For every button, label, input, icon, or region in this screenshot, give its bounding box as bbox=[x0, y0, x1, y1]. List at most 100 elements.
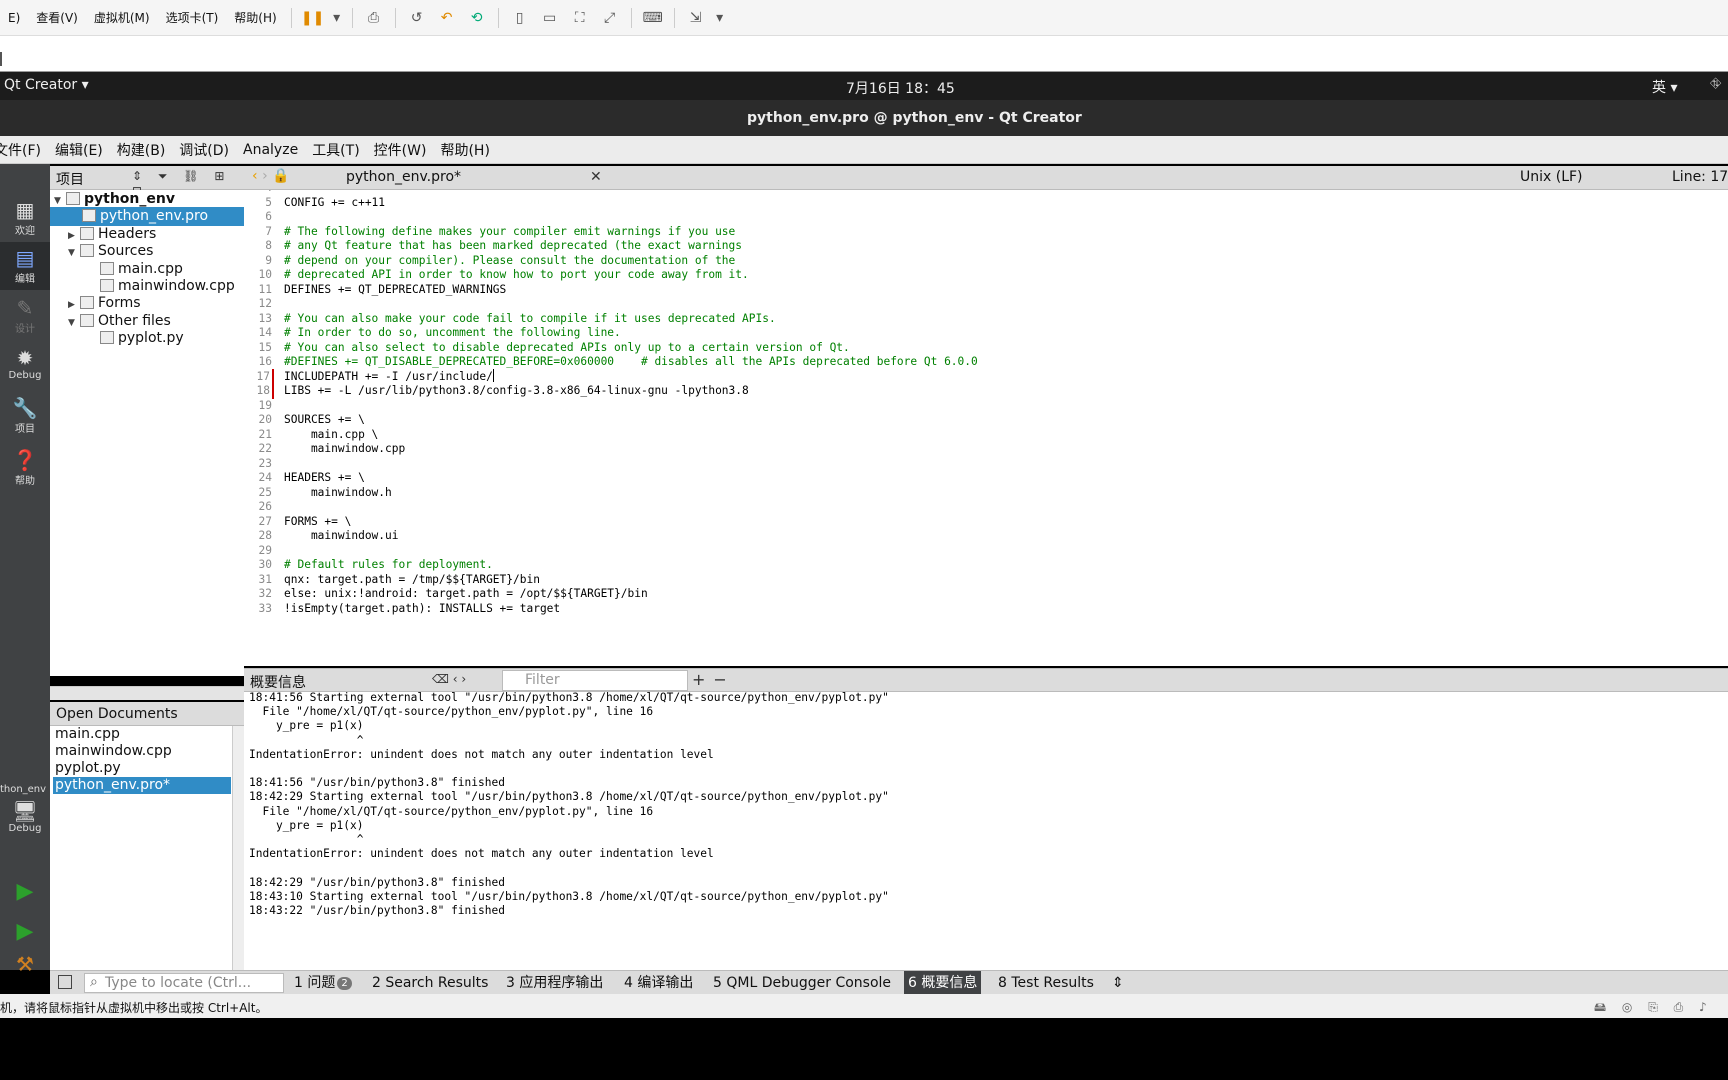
wrench-icon: 🔧 bbox=[12, 396, 38, 420]
console-view-icon[interactable]: ▭ bbox=[540, 9, 560, 27]
unity-icon[interactable]: ⤢ bbox=[600, 9, 620, 27]
project-view-selector[interactable]: 项目 bbox=[56, 169, 84, 189]
code-line[interactable]: mainwindow.h bbox=[284, 485, 392, 501]
snapshot-icon[interactable]: ↺ bbox=[407, 9, 427, 27]
code-line[interactable]: LIBS += -L /usr/lib/python3.8/config-3.8… bbox=[284, 383, 749, 399]
output-pane-header: 概要信息 ⌫ ‹ › ⌕ Filter +− bbox=[244, 668, 1728, 692]
mode-design[interactable]: ✎ 设计 bbox=[0, 292, 50, 340]
menu-debug[interactable]: 调试(D) bbox=[179, 140, 229, 160]
tree-label: python_env.pro bbox=[100, 208, 209, 224]
back-forward-icon[interactable]: ‹ › 🔒 bbox=[252, 168, 290, 184]
menu-tools[interactable]: 工具(T) bbox=[312, 140, 359, 160]
vm-menu-help[interactable]: 帮助(H) bbox=[226, 9, 284, 26]
open-document-item[interactable]: mainwindow.cpp bbox=[53, 743, 231, 760]
menu-edit[interactable]: 编辑(E) bbox=[55, 140, 103, 160]
code-line[interactable]: !isEmpty(target.path): INSTALLS += targe… bbox=[284, 601, 560, 617]
autofit-icon[interactable]: ⇲ bbox=[686, 9, 706, 27]
menu-help[interactable]: 帮助(H) bbox=[440, 140, 489, 160]
clear-icon[interactable]: ⌫ ‹ › bbox=[432, 672, 466, 686]
vm-menu-vm[interactable]: 虚拟机(M) bbox=[86, 9, 158, 26]
menu-build[interactable]: 构建(B) bbox=[117, 140, 166, 160]
menu-analyze[interactable]: Analyze bbox=[243, 142, 298, 158]
code-line[interactable]: mainwindow.cpp bbox=[284, 441, 405, 457]
open-document-item[interactable]: main.cpp bbox=[53, 726, 231, 743]
input-method-menu[interactable]: 英 ▾ bbox=[1652, 77, 1677, 97]
editor-toolbar: ‹ › 🔒 python_env.pro* ✕ Unix (LF) Line: … bbox=[244, 166, 1728, 190]
send-keys-icon[interactable]: ⎙ bbox=[364, 9, 384, 27]
tab-general-messages[interactable]: 6 概要信息 bbox=[904, 971, 982, 995]
dropdown-arrow-icon[interactable]: ▾ bbox=[716, 9, 724, 27]
mode-projects[interactable]: 🔧 项目 bbox=[0, 392, 50, 440]
vm-menu-tabs[interactable]: 选项卡(T) bbox=[158, 9, 227, 26]
code-line[interactable]: mainwindow.ui bbox=[284, 528, 399, 544]
text-cursor bbox=[492, 368, 494, 382]
mode-edit[interactable]: ▤ 编辑 bbox=[0, 242, 50, 290]
folder-icon bbox=[80, 314, 94, 327]
code-line[interactable]: DEFINES += QT_DEPRECATED_WARNINGS bbox=[284, 282, 506, 298]
run-button[interactable]: ▶ bbox=[0, 876, 50, 916]
pause-icon[interactable]: ❚❚ bbox=[301, 9, 324, 27]
tree-node-sources[interactable]: ▼ Sources bbox=[68, 242, 153, 261]
menu-file[interactable]: 文件(F) bbox=[0, 140, 41, 160]
fullscreen-icon[interactable]: ⛶ bbox=[570, 9, 590, 27]
tab-test-results[interactable]: 8 Test Results bbox=[994, 971, 1098, 995]
menu-widgets[interactable]: 控件(W) bbox=[374, 140, 427, 160]
clock[interactable]: 7月16日 18：45 bbox=[846, 78, 955, 98]
mode-label: 项目 bbox=[15, 424, 35, 435]
project-tree-scrollbar[interactable] bbox=[50, 686, 244, 700]
tab-application-output[interactable]: 3 应用程序输出 bbox=[502, 971, 607, 995]
code-line[interactable]: CONFIG += c++11 bbox=[284, 195, 385, 211]
kit-project: thon_env bbox=[0, 784, 47, 795]
general-messages-output[interactable]: 18:41:56 Starting external tool "/usr/bi… bbox=[244, 691, 1728, 970]
open-document-item[interactable]: python_env.pro* bbox=[53, 777, 231, 794]
zoom-icon[interactable]: +− bbox=[692, 670, 735, 689]
terminal-icon[interactable]: ⌨ bbox=[643, 9, 663, 27]
tree-node-forms[interactable]: ▶ Forms bbox=[68, 294, 141, 313]
play-icon: ▶ bbox=[16, 879, 34, 904]
tab-qml-debugger-console[interactable]: 5 QML Debugger Console bbox=[709, 971, 895, 995]
build-button[interactable]: ⚒ bbox=[0, 952, 50, 976]
code-editor[interactable]: 4567891011121314151617181920212223242526… bbox=[244, 190, 1728, 666]
output-filter-input[interactable]: Filter bbox=[502, 670, 688, 691]
close-icon[interactable]: ✕ bbox=[590, 169, 602, 185]
folder-icon bbox=[80, 227, 94, 240]
more-tabs-icon[interactable]: ⇕ bbox=[1108, 971, 1128, 995]
network-icon[interactable]: ⛗ bbox=[1710, 76, 1721, 92]
help-icon: ❓ bbox=[12, 448, 38, 472]
status-message: 机，请将鼠标指针从虚拟机中移出或按 Ctrl+Alt。 bbox=[0, 1001, 268, 1015]
expand-arrow-icon[interactable]: ▼ bbox=[68, 244, 80, 263]
revert-snapshot-icon[interactable]: ↶ bbox=[437, 9, 457, 27]
play-bug-icon: ▶ bbox=[16, 919, 34, 944]
expand-arrow-icon[interactable]: ▼ bbox=[68, 314, 80, 333]
window-titlebar: python_env.pro @ python_env - Qt Creator bbox=[0, 100, 1728, 136]
toggle-sidebar-icon[interactable] bbox=[58, 975, 72, 989]
tab-issues[interactable]: 1 问题 2 bbox=[290, 971, 356, 995]
sidebar-view-icon[interactable]: ▯ bbox=[510, 9, 530, 27]
line-ending-selector[interactable]: Unix (LF) bbox=[1520, 169, 1583, 185]
mode-help[interactable]: ❓ 帮助 bbox=[0, 444, 50, 492]
tab-search-results[interactable]: 2 Search Results bbox=[368, 971, 492, 995]
locator-input[interactable]: Type to locate (Ctrl... bbox=[84, 973, 284, 993]
mode-label: 设计 bbox=[15, 324, 35, 335]
host-black-area bbox=[0, 1018, 1728, 1080]
vm-menu-view[interactable]: 查看(V) bbox=[28, 9, 86, 26]
open-document-item[interactable]: pyplot.py bbox=[53, 760, 231, 777]
tab-stub bbox=[0, 52, 2, 66]
dropdown-arrow-icon[interactable]: ▾ bbox=[333, 9, 341, 27]
document-selector[interactable]: python_env.pro* bbox=[346, 169, 461, 185]
snapshot-manager-icon[interactable]: ⟲ bbox=[467, 9, 487, 27]
tree-node-pro-file[interactable]: python_env.pro bbox=[50, 207, 244, 226]
mode-debug[interactable]: ✹ Debug bbox=[0, 342, 50, 390]
open-documents-selector[interactable]: Open Documents bbox=[56, 706, 178, 722]
vm-menu-edit[interactable]: E) bbox=[0, 11, 28, 25]
mode-welcome[interactable]: ▦ 欢迎 bbox=[0, 194, 50, 242]
app-menu[interactable]: Qt Creator ▾ bbox=[4, 77, 89, 93]
cursor-position[interactable]: Line: 17, bbox=[1672, 169, 1728, 185]
debug-run-button[interactable]: ▶ bbox=[0, 916, 50, 956]
open-documents-scrollbar[interactable] bbox=[232, 726, 244, 970]
tab-label: 1 问题 bbox=[294, 975, 336, 991]
qt-menubar: 文件(F) 编辑(E) 构建(B) 调试(D) Analyze 工具(T) 控件… bbox=[0, 136, 1728, 164]
tree-node-pyplot[interactable]: pyplot.py bbox=[100, 329, 184, 348]
tab-compile-output[interactable]: 4 编译输出 bbox=[620, 971, 697, 995]
kit-selector[interactable]: thon_env 🖥 Debug bbox=[0, 784, 50, 854]
